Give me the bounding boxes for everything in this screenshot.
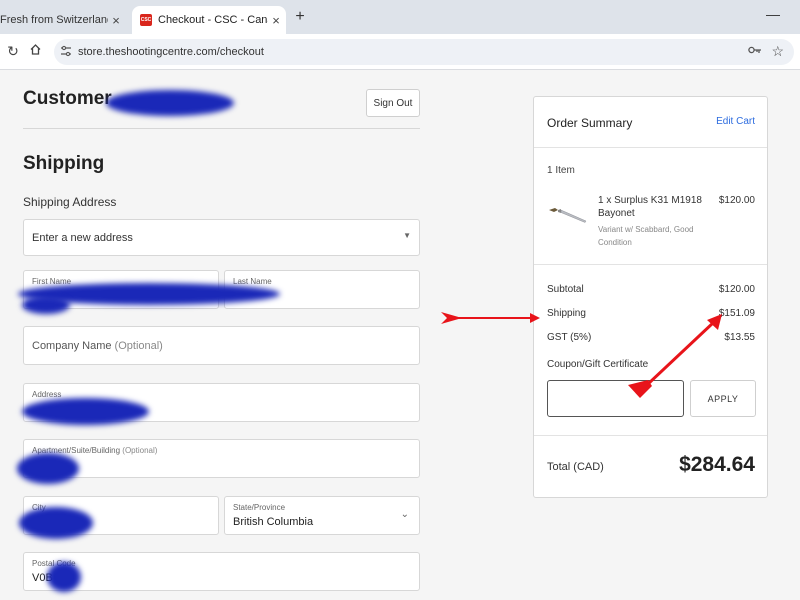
tab-title: Checkout - CSC - Canada's Gun bbox=[158, 14, 268, 26]
redaction-mark bbox=[22, 398, 149, 425]
new-tab-button[interactable]: + bbox=[290, 8, 310, 26]
csc-favicon-icon: CSC bbox=[140, 14, 152, 26]
customer-heading: Customer bbox=[23, 88, 112, 109]
company-name-field[interactable]: Company Name (Optional) bbox=[23, 326, 420, 365]
postal-code-field[interactable]: Postal Code V0B bbox=[23, 552, 420, 591]
chevron-down-icon: ⌄ bbox=[400, 509, 409, 520]
shipping-cost-label: Shipping bbox=[547, 308, 586, 319]
omnibox[interactable]: store.theshootingcentre.com/checkout ☆ bbox=[54, 39, 794, 65]
apply-coupon-button[interactable]: APPLY bbox=[690, 380, 756, 417]
tune-icon[interactable] bbox=[60, 45, 74, 60]
summary-divider bbox=[534, 264, 767, 265]
minimize-button[interactable]: — bbox=[766, 6, 780, 22]
caret-down-icon: ▼ bbox=[403, 231, 411, 240]
apartment-field[interactable]: Apartment/Suite/Building (Optional) bbox=[23, 439, 420, 478]
shipping-address-label: Shipping Address bbox=[23, 195, 117, 209]
star-icon[interactable]: ☆ bbox=[771, 43, 784, 60]
product-name: 1 x Surplus K31 M1918 Bayonet bbox=[598, 195, 702, 219]
address-label: Address bbox=[32, 390, 62, 399]
company-placeholder: Company Name (Optional) bbox=[32, 340, 163, 352]
subtotal-value: $120.00 bbox=[718, 284, 755, 295]
annotation-arrow-horizontal bbox=[441, 312, 540, 324]
gst-label: GST (5%) bbox=[547, 332, 592, 343]
home-icon[interactable] bbox=[27, 43, 43, 59]
key-icon[interactable] bbox=[748, 44, 762, 58]
tab-checkout[interactable]: CSC Checkout - CSC - Canada's Gun × bbox=[132, 6, 286, 34]
address-select-value: Enter a new address bbox=[32, 232, 133, 244]
reload-icon[interactable]: ↻ bbox=[5, 43, 21, 60]
coupon-input[interactable] bbox=[547, 380, 684, 417]
shipping-cost-value: $151.09 bbox=[718, 308, 755, 319]
close-icon[interactable]: × bbox=[108, 13, 124, 28]
order-summary-title: Order Summary bbox=[547, 116, 633, 130]
last-name-label: Last Name bbox=[233, 277, 272, 286]
redaction-mark bbox=[106, 90, 234, 116]
total-label: Total (CAD) bbox=[547, 461, 604, 473]
product-variant: Variant w/ Scabbard, Good Condition bbox=[598, 225, 694, 247]
subtotal-label: Subtotal bbox=[547, 284, 584, 295]
redaction-mark bbox=[47, 562, 81, 592]
coupon-label: Coupon/Gift Certificate bbox=[547, 359, 649, 370]
tab-fresh-from-switzerland[interactable]: Fresh from Switzerland | Page 3 × bbox=[0, 6, 130, 34]
items-count: 1 Item bbox=[547, 165, 575, 176]
bayonet-product-image bbox=[549, 208, 587, 223]
state-label: State/Province bbox=[233, 503, 286, 512]
summary-divider bbox=[534, 147, 767, 148]
product-price: $120.00 bbox=[718, 195, 755, 206]
total-value: $284.64 bbox=[679, 453, 755, 476]
gst-value: $13.55 bbox=[724, 332, 755, 343]
url-text[interactable]: store.theshootingcentre.com/checkout bbox=[78, 46, 264, 58]
state-value: British Columbia bbox=[233, 516, 314, 528]
sign-out-button[interactable]: Sign Out bbox=[366, 89, 420, 117]
section-divider bbox=[23, 128, 420, 129]
tab-title: Fresh from Switzerland | Page 3 bbox=[0, 14, 108, 26]
address-select[interactable]: Enter a new address ▼ bbox=[23, 219, 420, 256]
browser-tab-bar: Fresh from Switzerland | Page 3 × CSC Ch… bbox=[0, 0, 800, 34]
order-summary-panel: Order Summary Edit Cart 1 Item 1 x Surpl… bbox=[533, 96, 768, 498]
edit-cart-link[interactable]: Edit Cart bbox=[716, 116, 755, 127]
state-province-select[interactable]: State/Province British Columbia ⌄ bbox=[224, 496, 420, 535]
shipping-heading: Shipping bbox=[23, 153, 105, 174]
address-bar: ↻ store.theshootingcentre.com/checkout ☆ bbox=[0, 34, 800, 70]
close-icon[interactable]: × bbox=[268, 13, 284, 28]
redaction-mark bbox=[22, 296, 70, 314]
redaction-mark bbox=[17, 453, 79, 484]
summary-divider bbox=[534, 435, 767, 436]
redaction-mark bbox=[19, 507, 93, 539]
